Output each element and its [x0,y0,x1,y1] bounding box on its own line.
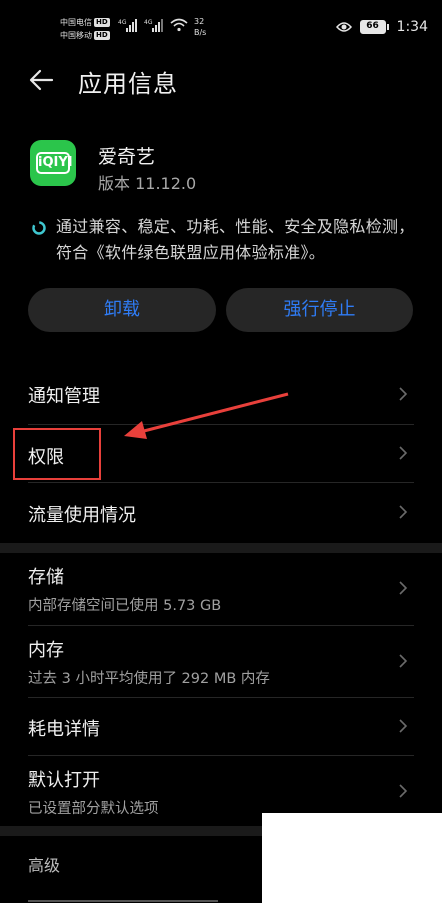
force-stop-button[interactable]: 强行停止 [226,288,413,332]
app-logo-text: iQIYI [36,152,73,174]
signal-icon-1: 4G [118,19,137,32]
back-arrow-icon[interactable] [28,66,56,94]
annotation-arrow-icon [124,392,289,439]
svg-text:4G: 4G [118,19,127,26]
carrier-1: 中国电信 [60,18,92,27]
chevron-right-icon [399,784,408,798]
right-status: 66 1:34 [335,19,428,35]
list-item-storage[interactable]: 存储 内部存储空间已使用 5.73 GB [0,553,442,625]
battery-icon: 66 [359,20,389,34]
eye-icon [335,22,352,32]
chevron-right-icon [399,446,408,460]
certification-text: 通过兼容、稳定、功耗、性能、安全及隐私检测，符合《软件绿色联盟应用体验标准》。 [56,217,415,262]
carrier-info: 中国电信 HD 中国移动 HD [60,16,110,42]
section-separator [0,543,442,553]
battery-level: 66 [359,20,386,34]
advanced-header: 高级 [28,856,61,875]
header: 应用信息 [0,56,442,108]
default-open-subtitle: 已设置部分默认选项 [28,801,159,817]
notifications-label: 通知管理 [28,386,100,407]
speed-value: 32 [194,17,205,26]
app-name: 爱奇艺 [98,146,156,168]
hd-badge-2: HD [94,31,110,40]
carrier-2: 中国移动 [60,31,92,40]
storage-subtitle: 内部存储空间已使用 5.73 GB [28,598,222,614]
truncated-row [28,896,228,903]
uninstall-button[interactable]: 卸载 [28,288,216,332]
chevron-right-icon [399,581,408,595]
annotation-highlight-box [13,428,101,480]
hd-badge-1: HD [94,18,110,27]
svg-text:4G: 4G [144,19,153,26]
storage-label: 存储 [28,567,64,588]
chevron-right-icon [399,387,408,401]
network-speed: 32 B/s [194,16,206,38]
memory-subtitle: 过去 3 小时平均使用了 292 MB 内存 [28,671,270,687]
chevron-right-icon [399,654,408,668]
chevron-right-icon [399,719,408,733]
signal-icon-2: 4G [144,19,163,32]
chevron-right-icon [399,505,408,519]
clock: 1:34 [396,19,428,35]
app-icon: iQIYI [30,140,76,186]
speed-unit: B/s [194,28,207,37]
power-label: 耗电详情 [28,719,100,740]
page-title: 应用信息 [78,70,178,98]
list-item-memory[interactable]: 内存 过去 3 小时平均使用了 292 MB 内存 [0,625,442,697]
certified-icon [32,221,46,235]
blank-overlay [262,813,442,903]
list-item-data-usage[interactable]: 流量使用情况 [0,482,442,542]
list-item-power[interactable]: 耗电详情 [0,697,442,755]
data-usage-label: 流量使用情况 [28,505,136,526]
default-open-label: 默认打开 [28,770,100,791]
memory-label: 内存 [28,640,64,661]
status-bar: 中国电信 HD 中国移动 HD 4G 4G 32 B/s 66 1:34 [0,0,442,52]
wifi-icon [170,18,188,32]
app-version: 版本 11.12.0 [98,174,197,193]
